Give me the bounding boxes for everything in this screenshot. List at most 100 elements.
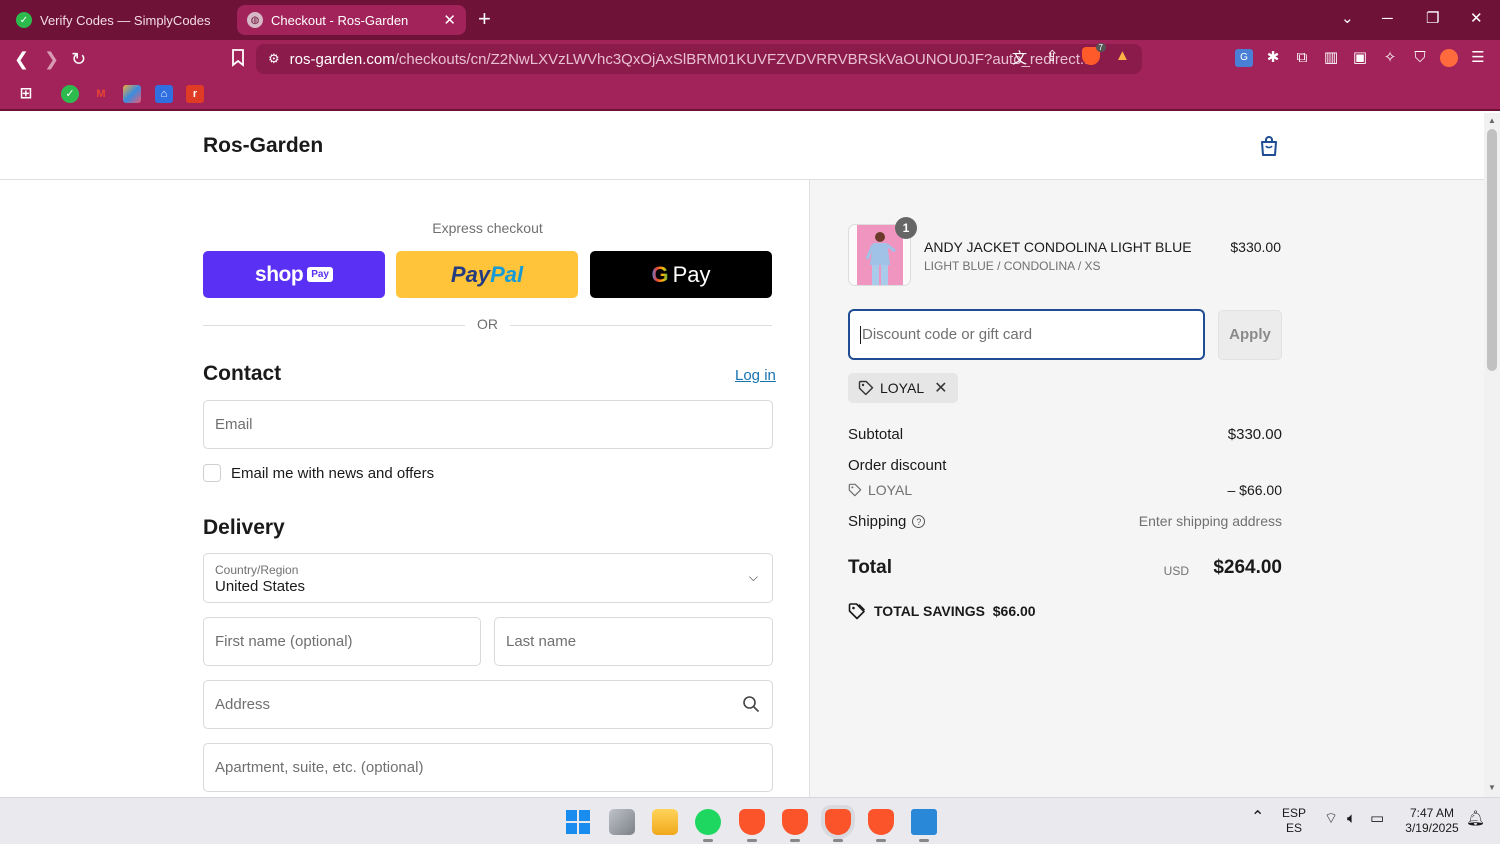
quantity-badge: 1 — [895, 217, 917, 239]
input-language[interactable]: ESP ES — [1282, 806, 1306, 836]
remove-discount-icon[interactable]: ✕ — [934, 378, 947, 398]
file-explorer-icon[interactable] — [652, 809, 678, 835]
drive-bookmark-icon[interactable]: ⌂ — [155, 85, 173, 103]
brave-shields-icon[interactable]: 7 — [1082, 43, 1106, 65]
reload-icon[interactable]: ↻ — [71, 49, 86, 69]
help-icon[interactable]: ? — [912, 515, 926, 528]
express-checkout-title: Express checkout — [432, 220, 543, 236]
apply-discount-button[interactable]: Apply — [1218, 310, 1282, 360]
apps-grid-icon[interactable]: ⊞ — [17, 85, 35, 103]
login-link[interactable]: Log in — [735, 367, 776, 384]
product-variant: LIGHT BLUE / CONDOLINA / XS — [924, 259, 1101, 273]
first-name-field[interactable]: First name (optional) — [203, 617, 481, 666]
brave-rewards-icon[interactable]: ▲ — [1115, 47, 1130, 64]
delivery-heading: Delivery — [203, 516, 285, 539]
discount-code-input[interactable]: Discount code or gift card — [848, 309, 1205, 360]
email-field[interactable]: Email — [203, 400, 773, 449]
brave-browser-profile-2-icon[interactable] — [782, 809, 808, 842]
page-scrollbar[interactable]: ▲ ▼ — [1484, 113, 1500, 797]
savings-tag-icon — [848, 603, 865, 620]
google-pay-button[interactable]: G Pay — [590, 251, 772, 298]
windows-start-icon[interactable] — [565, 809, 591, 835]
shields-count: 7 — [1095, 43, 1106, 52]
tab-list-chevron-icon[interactable]: ⌄ — [1341, 10, 1354, 28]
forward-icon[interactable]: ❯ — [44, 49, 59, 69]
store-name[interactable]: Ros-Garden — [203, 134, 323, 158]
google-g-icon: G — [651, 261, 669, 287]
bookmark-icon[interactable] — [231, 49, 245, 71]
translate-icon[interactable]: 文 — [1012, 47, 1027, 68]
apartment-field[interactable]: Apartment, suite, etc. (optional) — [203, 743, 773, 792]
last-name-field[interactable]: Last name — [494, 617, 773, 666]
google-translate-extension-icon[interactable]: G — [1235, 49, 1253, 67]
address-bar[interactable]: ⚙ ros-garden.com /checkouts/cn/Z2NwLXVzL… — [256, 44, 1142, 74]
search-icon[interactable] — [742, 695, 760, 713]
task-view-icon[interactable] — [609, 809, 635, 835]
brave-browser-icon[interactable] — [739, 809, 765, 842]
wifi-icon[interactable]: ⌔ — [1324, 811, 1338, 826]
tag-icon — [848, 483, 862, 497]
battery-icon[interactable]: ▭ — [1370, 811, 1384, 826]
extension-icon[interactable]: ✱ — [1264, 49, 1282, 67]
address-field[interactable]: Address — [203, 680, 773, 729]
country-select[interactable]: Country/Region United States ⌵ — [203, 553, 773, 603]
menu-icon[interactable]: ☰ — [1469, 49, 1487, 67]
newsletter-label: Email me with news and offers — [231, 464, 435, 482]
notifications-icon[interactable]: 🔔︎ — [1466, 811, 1485, 826]
site-settings-icon[interactable]: ⚙ — [268, 51, 280, 67]
share-icon[interactable]: ⇪ — [1046, 47, 1059, 65]
applied-discount-chip: LOYAL ✕ — [848, 373, 958, 403]
back-icon[interactable]: ❮ — [14, 49, 29, 69]
text-caret — [860, 325, 861, 344]
spotify-icon[interactable] — [695, 809, 721, 842]
brave-browser-active-icon[interactable] — [825, 809, 851, 842]
r-bookmark-icon[interactable]: r — [186, 85, 204, 103]
applied-code-label: LOYAL — [880, 380, 925, 396]
leo-ai-icon[interactable]: ✧ — [1381, 49, 1399, 67]
tab-title: Checkout - Ros-Garden — [271, 12, 409, 28]
simplycodes-favicon-icon: ✓ — [16, 12, 32, 28]
paypal-button[interactable]: PayPal — [396, 251, 578, 298]
close-window-icon[interactable]: ✕ — [1470, 10, 1483, 28]
gmail-bookmark-icon[interactable]: M — [92, 85, 110, 103]
shipping-value: Enter shipping address — [1138, 513, 1282, 529]
tab-simplycodes[interactable]: ✓ Verify Codes — SimplyCodes — [6, 5, 232, 35]
order-summary: 1 ANDY JACKET CONDOLINA LIGHT BLUE LIGHT… — [809, 180, 1484, 797]
discount-value: – $66.00 — [1227, 482, 1283, 498]
tab-checkout[interactable]: ◍ Checkout - Ros-Garden ✕ — [237, 5, 466, 35]
minimize-icon[interactable]: ─ — [1382, 10, 1393, 28]
close-tab-icon[interactable]: ✕ — [443, 11, 456, 29]
wallet-icon[interactable]: ▣ — [1351, 49, 1369, 67]
simplycodes-bookmark-icon[interactable]: ✓ — [61, 85, 79, 103]
brave-browser-profile-4-icon[interactable] — [868, 809, 894, 842]
puzzle-extensions-icon[interactable]: ⧉ — [1293, 49, 1311, 67]
show-hidden-icons-icon[interactable]: ⌃ — [1251, 810, 1264, 826]
scroll-down-icon[interactable]: ▼ — [1488, 783, 1496, 792]
clock[interactable]: 7:47 AM 3/19/2025 — [1401, 806, 1463, 836]
contact-heading: Contact — [203, 362, 282, 385]
scrollbar-thumb[interactable] — [1487, 129, 1497, 371]
restore-icon[interactable]: ❐ — [1426, 10, 1439, 28]
profile-avatar[interactable] — [1440, 49, 1458, 67]
globe-icon: ◍ — [247, 12, 263, 28]
new-tab-icon[interactable]: + — [478, 8, 491, 30]
scroll-up-icon[interactable]: ▲ — [1488, 116, 1496, 125]
subtotal-value: $330.00 — [1227, 426, 1282, 443]
checkout-page: Ros-Garden Express checkout shop Pay Pay… — [0, 113, 1484, 797]
total-currency: USD — [1163, 564, 1189, 578]
url-host: ros-garden.com — [289, 50, 395, 68]
total-value: $264.00 — [1213, 557, 1282, 578]
vpn-shield-icon[interactable]: ⛉ — [1411, 49, 1429, 67]
notepad-icon[interactable] — [911, 809, 937, 842]
store-header: Ros-Garden — [0, 113, 1484, 180]
newsletter-checkbox[interactable] — [203, 464, 221, 482]
shopping-bag-icon[interactable] — [1259, 135, 1279, 157]
tab-title: Verify Codes — SimplyCodes — [40, 12, 211, 28]
shop-pay-button[interactable]: shop Pay — [203, 251, 385, 298]
newsletter-option[interactable]: Email me with news and offers — [203, 464, 434, 482]
sidebar-icon[interactable]: ▥ — [1322, 49, 1340, 67]
chevron-down-icon: ⌵ — [748, 570, 758, 584]
photos-bookmark-icon[interactable] — [123, 85, 141, 103]
volume-icon[interactable]: 🔈︎ — [1347, 811, 1356, 826]
tag-icon — [858, 380, 874, 396]
